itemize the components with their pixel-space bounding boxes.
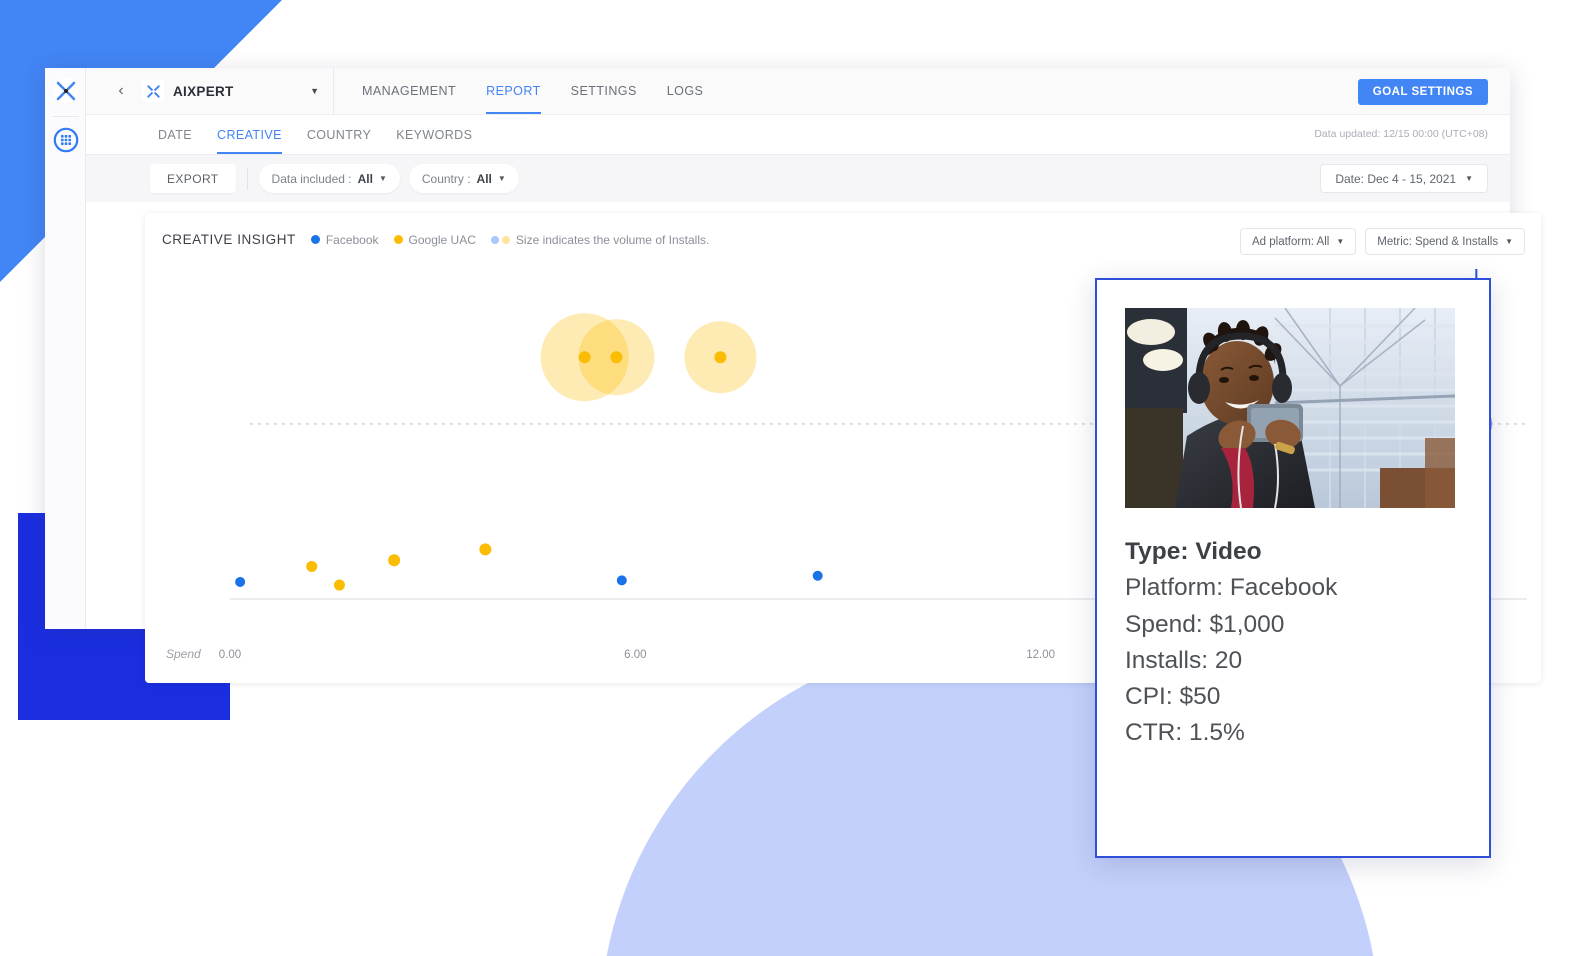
- chevron-down-icon: ▼: [1505, 237, 1513, 246]
- subnav-tab-date[interactable]: DATE: [158, 115, 192, 154]
- creative-thumbnail: [1125, 308, 1455, 508]
- main-nav: MANAGEMENT REPORT SETTINGS LOGS: [362, 68, 703, 114]
- x-tick-label: 6.00: [624, 649, 647, 661]
- data-updated-label: Data updated: 12/15 00:00 (UTC+08): [1314, 128, 1488, 140]
- top-bar: ‹ AIXPERT ▼ MANAGEMENT REPORT SETTINGS L…: [86, 68, 1510, 115]
- x-tick-label: 12.00: [1026, 649, 1056, 661]
- legend-size-note: Size indicates the volume of Installs.: [490, 232, 710, 247]
- project-badge-x-logo-icon: [142, 80, 164, 102]
- legend-facebook: Facebook: [310, 232, 379, 247]
- card-controls: Ad platform: All ▼ Metric: Spend & Insta…: [1240, 228, 1525, 255]
- data-included-label: Data included :: [271, 171, 352, 186]
- project-name: AIXPERT: [173, 83, 234, 99]
- date-range-label: Date: Dec 4 - 15, 2021: [1335, 171, 1457, 186]
- legend-google-uac: Google UAC: [393, 232, 476, 247]
- filter-bar: EXPORT Data included : All ▼ Country : A…: [86, 155, 1510, 202]
- nav-management[interactable]: MANAGEMENT: [362, 68, 456, 114]
- tooltip-spend: Spend: $1,000: [1125, 610, 1285, 638]
- subnav-tab-creative[interactable]: CREATIVE: [217, 115, 282, 154]
- tooltip-platform: Platform: Facebook: [1125, 574, 1338, 602]
- x-logo-icon[interactable]: [52, 77, 80, 105]
- export-button[interactable]: EXPORT: [150, 164, 236, 193]
- legend-size-note-label: Size indicates the volume of Installs.: [515, 232, 710, 247]
- goal-settings-button[interactable]: GOAL SETTINGS: [1357, 79, 1488, 105]
- chevron-down-icon: ▼: [1465, 174, 1473, 183]
- chevron-down-icon: ▼: [1336, 237, 1345, 246]
- legend-label-google-uac: Google UAC: [408, 232, 476, 247]
- ad-platform-label: Ad platform: All: [1252, 235, 1330, 248]
- nav-logs[interactable]: LOGS: [667, 68, 704, 114]
- legend-dot-facebook-icon: [310, 235, 320, 244]
- card-title: CREATIVE INSIGHT: [162, 232, 296, 247]
- country-label: Country :: [421, 171, 471, 186]
- legend-size-dots-icon: [490, 235, 510, 244]
- tooltip-type: Type: Video: [1125, 538, 1262, 565]
- chevron-down-icon: ▼: [378, 174, 387, 183]
- tooltip-ctr: CTR: 1.5%: [1125, 719, 1245, 747]
- tooltip-installs: Installs: 20: [1125, 646, 1243, 674]
- tooltip-details: Type: Video Platform: Facebook Spend: $1…: [1125, 534, 1467, 752]
- country-filter[interactable]: Country : All ▼: [408, 164, 519, 193]
- chevron-down-icon[interactable]: ▼: [310, 86, 319, 96]
- chevron-down-icon: ▼: [497, 174, 506, 183]
- grid-apps-icon[interactable]: [52, 126, 80, 154]
- x-axis-title: Spend: [166, 647, 201, 661]
- creative-detail-tooltip: Type: Video Platform: Facebook Spend: $1…: [1095, 278, 1491, 858]
- tooltip-cpi: CPI: $50: [1125, 683, 1221, 710]
- legend-label-facebook: Facebook: [325, 232, 379, 247]
- country-value: All: [476, 171, 492, 186]
- date-range-picker[interactable]: Date: Dec 4 - 15, 2021 ▼: [1320, 164, 1488, 193]
- data-included-value: All: [357, 171, 373, 186]
- x-tick-label: 0.00: [218, 649, 242, 661]
- nav-settings[interactable]: SETTINGS: [571, 68, 637, 114]
- filter-divider: [246, 167, 248, 190]
- nav-report[interactable]: REPORT: [486, 68, 541, 114]
- project-selector[interactable]: AIXPERT ▼: [136, 68, 334, 114]
- card-header: CREATIVE INSIGHT Facebook Google UAC Siz…: [162, 232, 709, 247]
- data-included-filter[interactable]: Data included : All ▼: [258, 164, 400, 193]
- chevron-left-icon[interactable]: ‹: [106, 68, 136, 114]
- subnav-tab-country[interactable]: COUNTRY: [307, 115, 371, 154]
- subnav-tab-keywords[interactable]: KEYWORDS: [396, 115, 472, 154]
- metric-select[interactable]: Metric: Spend & Installs ▼: [1365, 228, 1525, 255]
- legend-dot-google-uac-icon: [393, 235, 403, 244]
- left-rail: [45, 68, 86, 629]
- sub-nav: DATE CREATIVE COUNTRY KEYWORDS Data upda…: [86, 115, 1510, 155]
- metric-label: Metric: Spend & Installs: [1377, 235, 1499, 248]
- rail-divider: [53, 116, 79, 117]
- ad-platform-select[interactable]: Ad platform: All ▼: [1240, 228, 1357, 255]
- creative-thumbnail-image: [1125, 308, 1455, 508]
- screenshot-root: ‹ AIXPERT ▼ MANAGEMENT REPORT SETTINGS L…: [0, 0, 1578, 956]
